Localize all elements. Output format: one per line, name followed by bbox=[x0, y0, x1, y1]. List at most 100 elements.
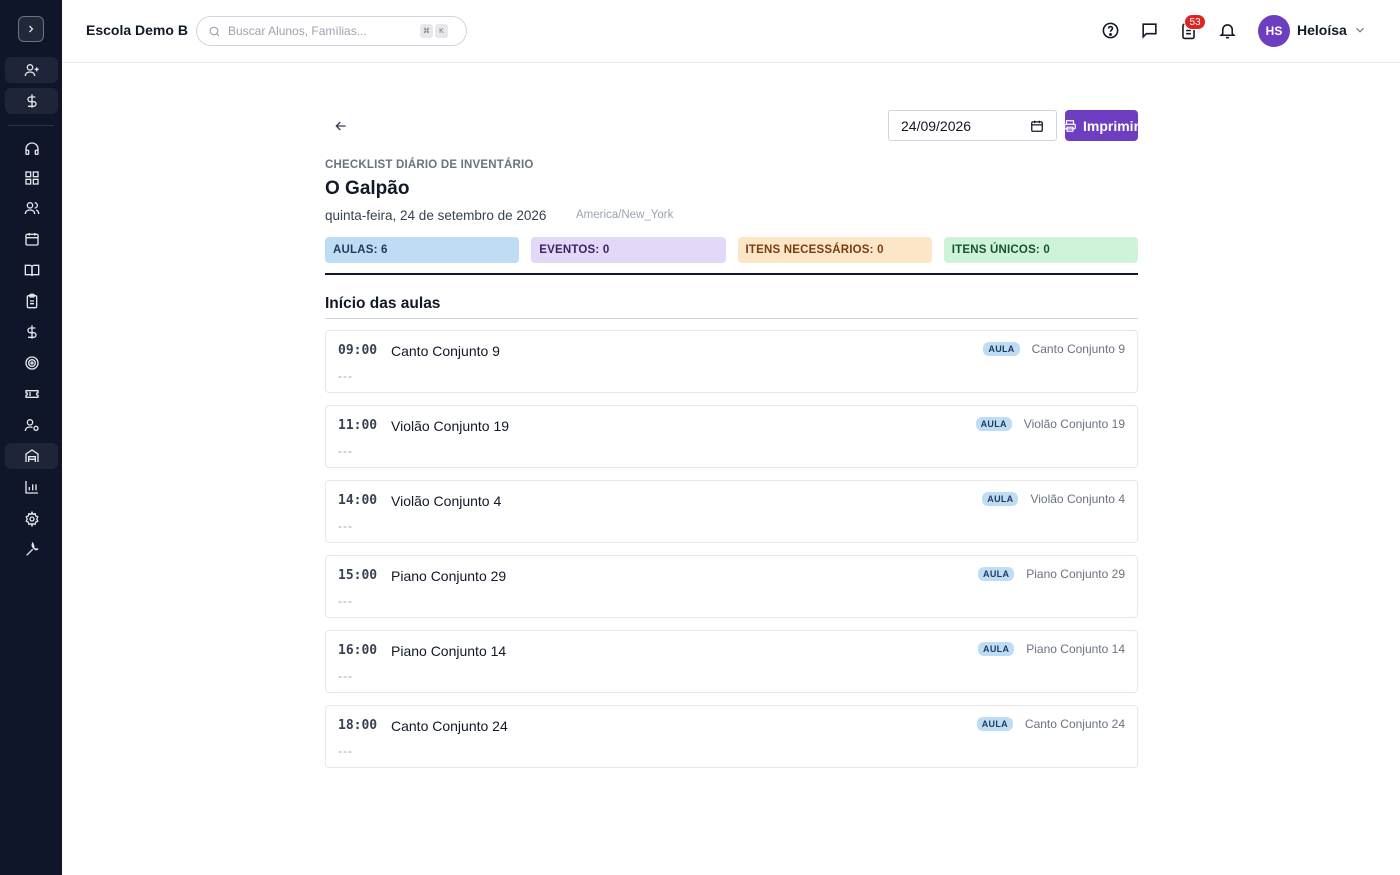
arrow-left-icon bbox=[335, 121, 346, 131]
section-title: Início das aulas bbox=[325, 295, 441, 312]
dollar-icon bbox=[26, 94, 37, 108]
chevron-down-icon bbox=[1356, 27, 1364, 33]
sidebar bbox=[0, 0, 62, 875]
class-notes: --- bbox=[338, 519, 353, 533]
sidebar-item-dashboard[interactable] bbox=[5, 165, 58, 191]
class-time: 09:00 bbox=[338, 343, 378, 358]
class-notes: --- bbox=[338, 594, 353, 608]
class-card[interactable]: 11:00 Violão Conjunto 19 AULA Violão Conj… bbox=[325, 405, 1138, 468]
class-card[interactable]: 14:00 Violão Conjunto 4 AULA Violão Conju… bbox=[325, 480, 1138, 543]
class-group: Canto Conjunto 9 bbox=[1031, 342, 1125, 356]
class-group: Violão Conjunto 4 bbox=[1030, 492, 1125, 506]
page-eyebrow: CHECKLIST DIÁRIO DE INVENTÁRIO bbox=[325, 159, 534, 171]
summary-pills: AULAS: 6 EVENTOS: 0 ITENS NECESSÁRIOS: 0… bbox=[325, 237, 1138, 263]
class-time: 14:00 bbox=[338, 493, 378, 508]
messages-button[interactable] bbox=[1139, 20, 1159, 40]
sidebar-item-tools[interactable] bbox=[5, 537, 58, 563]
sidebar-item-add-student[interactable] bbox=[5, 57, 58, 83]
divider bbox=[325, 318, 1138, 319]
topbar: Escola Demo B ⌘ K 53 HS Heloísa bbox=[62, 0, 1400, 63]
building-icon bbox=[24, 449, 39, 462]
class-card[interactable]: 15:00 Piano Conjunto 29 AULA Piano Conjun… bbox=[325, 555, 1138, 618]
class-tag: AULA bbox=[978, 642, 1015, 656]
sidebar-divider bbox=[8, 125, 54, 126]
pill-eventos: EVENTOS: 0 bbox=[531, 237, 726, 263]
sidebar-item-people[interactable] bbox=[5, 195, 58, 221]
search-input[interactable] bbox=[228, 24, 418, 38]
class-time: 18:00 bbox=[338, 718, 378, 733]
sidebar-item-finance[interactable] bbox=[5, 319, 58, 345]
date-value: 24/09/2026 bbox=[901, 117, 972, 134]
class-notes: --- bbox=[338, 744, 353, 758]
sidebar-item-support[interactable] bbox=[5, 136, 58, 162]
printer-icon bbox=[1065, 119, 1076, 132]
date-picker[interactable]: 24/09/2026 bbox=[888, 110, 1057, 141]
back-button[interactable] bbox=[331, 116, 351, 136]
class-notes: --- bbox=[338, 369, 353, 383]
class-group: Piano Conjunto 14 bbox=[1026, 642, 1125, 656]
sidebar-toggle-button[interactable] bbox=[18, 16, 44, 42]
ticket-icon bbox=[24, 390, 39, 398]
user-gear-icon bbox=[24, 419, 39, 432]
headset-icon bbox=[24, 142, 39, 155]
help-button[interactable] bbox=[1100, 20, 1120, 40]
divider bbox=[325, 273, 1138, 275]
sidebar-item-settings[interactable] bbox=[5, 506, 58, 532]
class-group: Violão Conjunto 19 bbox=[1023, 417, 1125, 431]
class-group: Canto Conjunto 24 bbox=[1024, 717, 1125, 731]
page-title: O Galpão bbox=[325, 178, 410, 199]
class-group: Piano Conjunto 29 bbox=[1026, 567, 1125, 581]
school-name[interactable]: Escola Demo B bbox=[86, 22, 188, 38]
users-icon bbox=[24, 202, 39, 215]
help-icon bbox=[1102, 22, 1118, 38]
sidebar-item-reports[interactable] bbox=[5, 474, 58, 500]
calendar-icon bbox=[24, 233, 39, 246]
user-name[interactable]: Heloísa bbox=[1297, 22, 1347, 38]
calendar-icon bbox=[1031, 120, 1043, 132]
class-notes: --- bbox=[338, 669, 353, 683]
book-icon bbox=[24, 264, 39, 277]
class-tag: AULA bbox=[983, 342, 1020, 356]
class-time: 15:00 bbox=[338, 568, 378, 583]
class-time: 11:00 bbox=[338, 418, 378, 433]
dollar-icon bbox=[26, 325, 37, 339]
bell-icon bbox=[1218, 23, 1236, 38]
sidebar-item-checklist[interactable] bbox=[5, 288, 58, 314]
kbd-k: K bbox=[435, 24, 448, 38]
sidebar-item-courses[interactable] bbox=[5, 257, 58, 283]
class-name: Piano Conjunto 14 bbox=[391, 643, 507, 659]
page-date-long: quinta-feira, 24 de setembro de 2026 bbox=[325, 208, 547, 223]
class-tag: AULA bbox=[982, 492, 1019, 506]
class-time: 16:00 bbox=[338, 643, 378, 658]
avatar[interactable]: HS bbox=[1258, 15, 1290, 47]
sidebar-item-staff[interactable] bbox=[5, 412, 58, 438]
sidebar-item-billing[interactable] bbox=[5, 88, 58, 114]
class-card[interactable]: 09:00 Canto Conjunto 9 AULA Canto Conjunt… bbox=[325, 330, 1138, 393]
timezone-label: America/New_York bbox=[576, 209, 674, 221]
chat-icon bbox=[1141, 22, 1157, 39]
dashboard-icon bbox=[24, 171, 39, 185]
user-menu-toggle[interactable] bbox=[1353, 23, 1367, 42]
class-card[interactable]: 16:00 Piano Conjunto 14 AULA Piano Conjun… bbox=[325, 630, 1138, 693]
class-notes: --- bbox=[338, 444, 353, 458]
pill-aulas: AULAS: 6 bbox=[325, 237, 520, 263]
pill-itens-necessarios: ITENS NECESSÁRIOS: 0 bbox=[737, 237, 932, 263]
chevron-right-icon bbox=[29, 25, 34, 33]
add-user-icon bbox=[24, 63, 39, 77]
search-box[interactable]: ⌘ K bbox=[196, 16, 467, 46]
class-card[interactable]: 18:00 Canto Conjunto 24 AULA Canto Conjun… bbox=[325, 705, 1138, 768]
wrench-icon bbox=[25, 542, 38, 556]
class-tag: AULA bbox=[978, 567, 1015, 581]
class-name: Canto Conjunto 9 bbox=[391, 343, 500, 359]
class-tag: AULA bbox=[975, 417, 1012, 431]
sidebar-item-tickets[interactable] bbox=[5, 381, 58, 407]
sidebar-item-goals[interactable] bbox=[5, 350, 58, 376]
sidebar-item-calendar[interactable] bbox=[5, 226, 58, 252]
notifications-button[interactable] bbox=[1217, 20, 1237, 40]
print-label: Imprimir bbox=[1083, 117, 1138, 134]
class-name: Piano Conjunto 29 bbox=[391, 568, 507, 584]
print-button[interactable]: Imprimir bbox=[1065, 110, 1138, 141]
sidebar-item-facilities[interactable] bbox=[5, 443, 58, 469]
class-name: Violão Conjunto 19 bbox=[391, 418, 510, 434]
class-tag: AULA bbox=[976, 717, 1013, 731]
